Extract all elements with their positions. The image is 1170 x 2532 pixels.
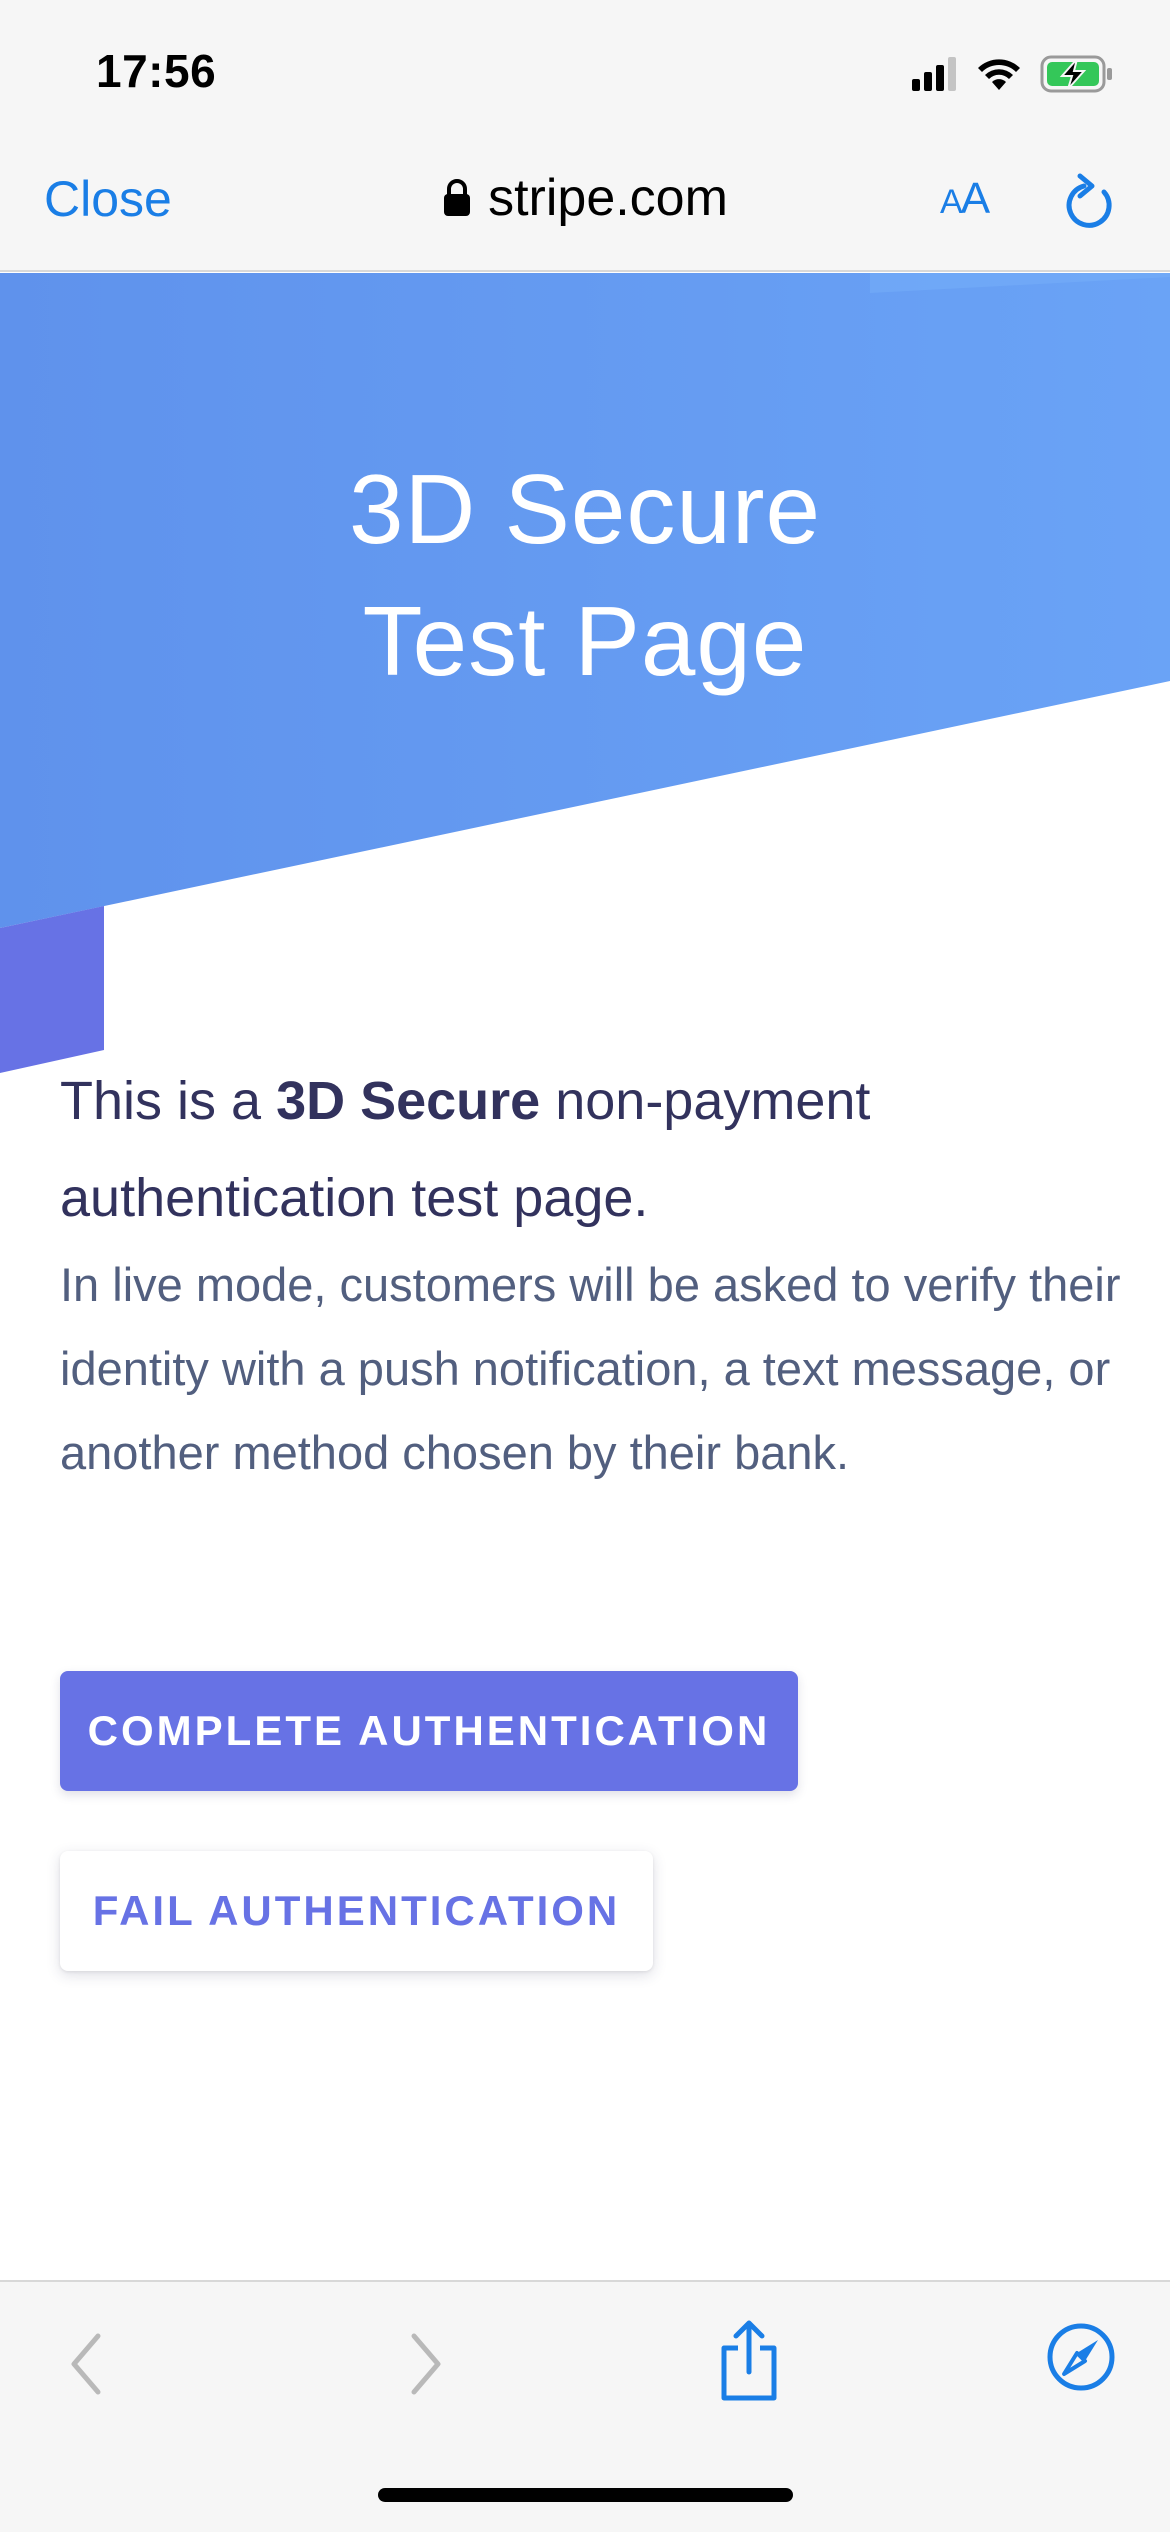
forward-icon	[411, 2333, 441, 2395]
fail-authentication-button[interactable]: FAIL AUTHENTICATION	[60, 1851, 653, 1971]
hero-title-line1: 3D Secure	[348, 454, 821, 564]
lock-icon	[444, 179, 471, 216]
wifi-icon	[978, 59, 1020, 90]
share-button[interactable]	[714, 2318, 784, 2407]
cellular-signal-icon	[912, 57, 956, 91]
bottom-toolbar	[0, 2280, 1170, 2532]
back-icon	[71, 2333, 101, 2395]
complete-authentication-button[interactable]: COMPLETE AUTHENTICATION	[60, 1671, 798, 1791]
forward-button[interactable]	[400, 2328, 448, 2405]
home-indicator[interactable]	[378, 2488, 793, 2502]
status-bar: 17:56	[0, 0, 1170, 140]
text-size-button[interactable]: AA	[940, 174, 990, 224]
status-icons	[912, 52, 1114, 96]
battery-charging-icon	[1040, 55, 1112, 93]
back-button[interactable]	[64, 2328, 112, 2405]
browser-top-bar: Close stripe.com AA	[0, 140, 1170, 272]
reload-icon	[1066, 173, 1112, 228]
headline: This is a 3D Secure non-payment authenti…	[60, 1053, 1120, 1247]
status-time: 17:56	[96, 45, 217, 97]
headline-bold: 3D Secure	[276, 1071, 541, 1131]
hero-title: 3D Secure Test Page	[0, 443, 1170, 707]
reload-button[interactable]	[1062, 170, 1120, 239]
share-icon	[721, 2320, 777, 2401]
address-bar[interactable]: stripe.com	[0, 168, 1170, 228]
headline-prefix: This is a	[60, 1071, 277, 1131]
text-size-icon: AA	[940, 174, 990, 223]
hero-title-line2: Test Page	[362, 586, 808, 696]
url-domain: stripe.com	[488, 169, 728, 227]
web-page: 3D Secure Test Page This is a 3D Secure …	[0, 273, 1170, 2280]
safari-button[interactable]	[1046, 2322, 1116, 2397]
description-text: In live mode, customers will be asked to…	[60, 1258, 1121, 1479]
compass-icon	[1047, 2323, 1115, 2391]
